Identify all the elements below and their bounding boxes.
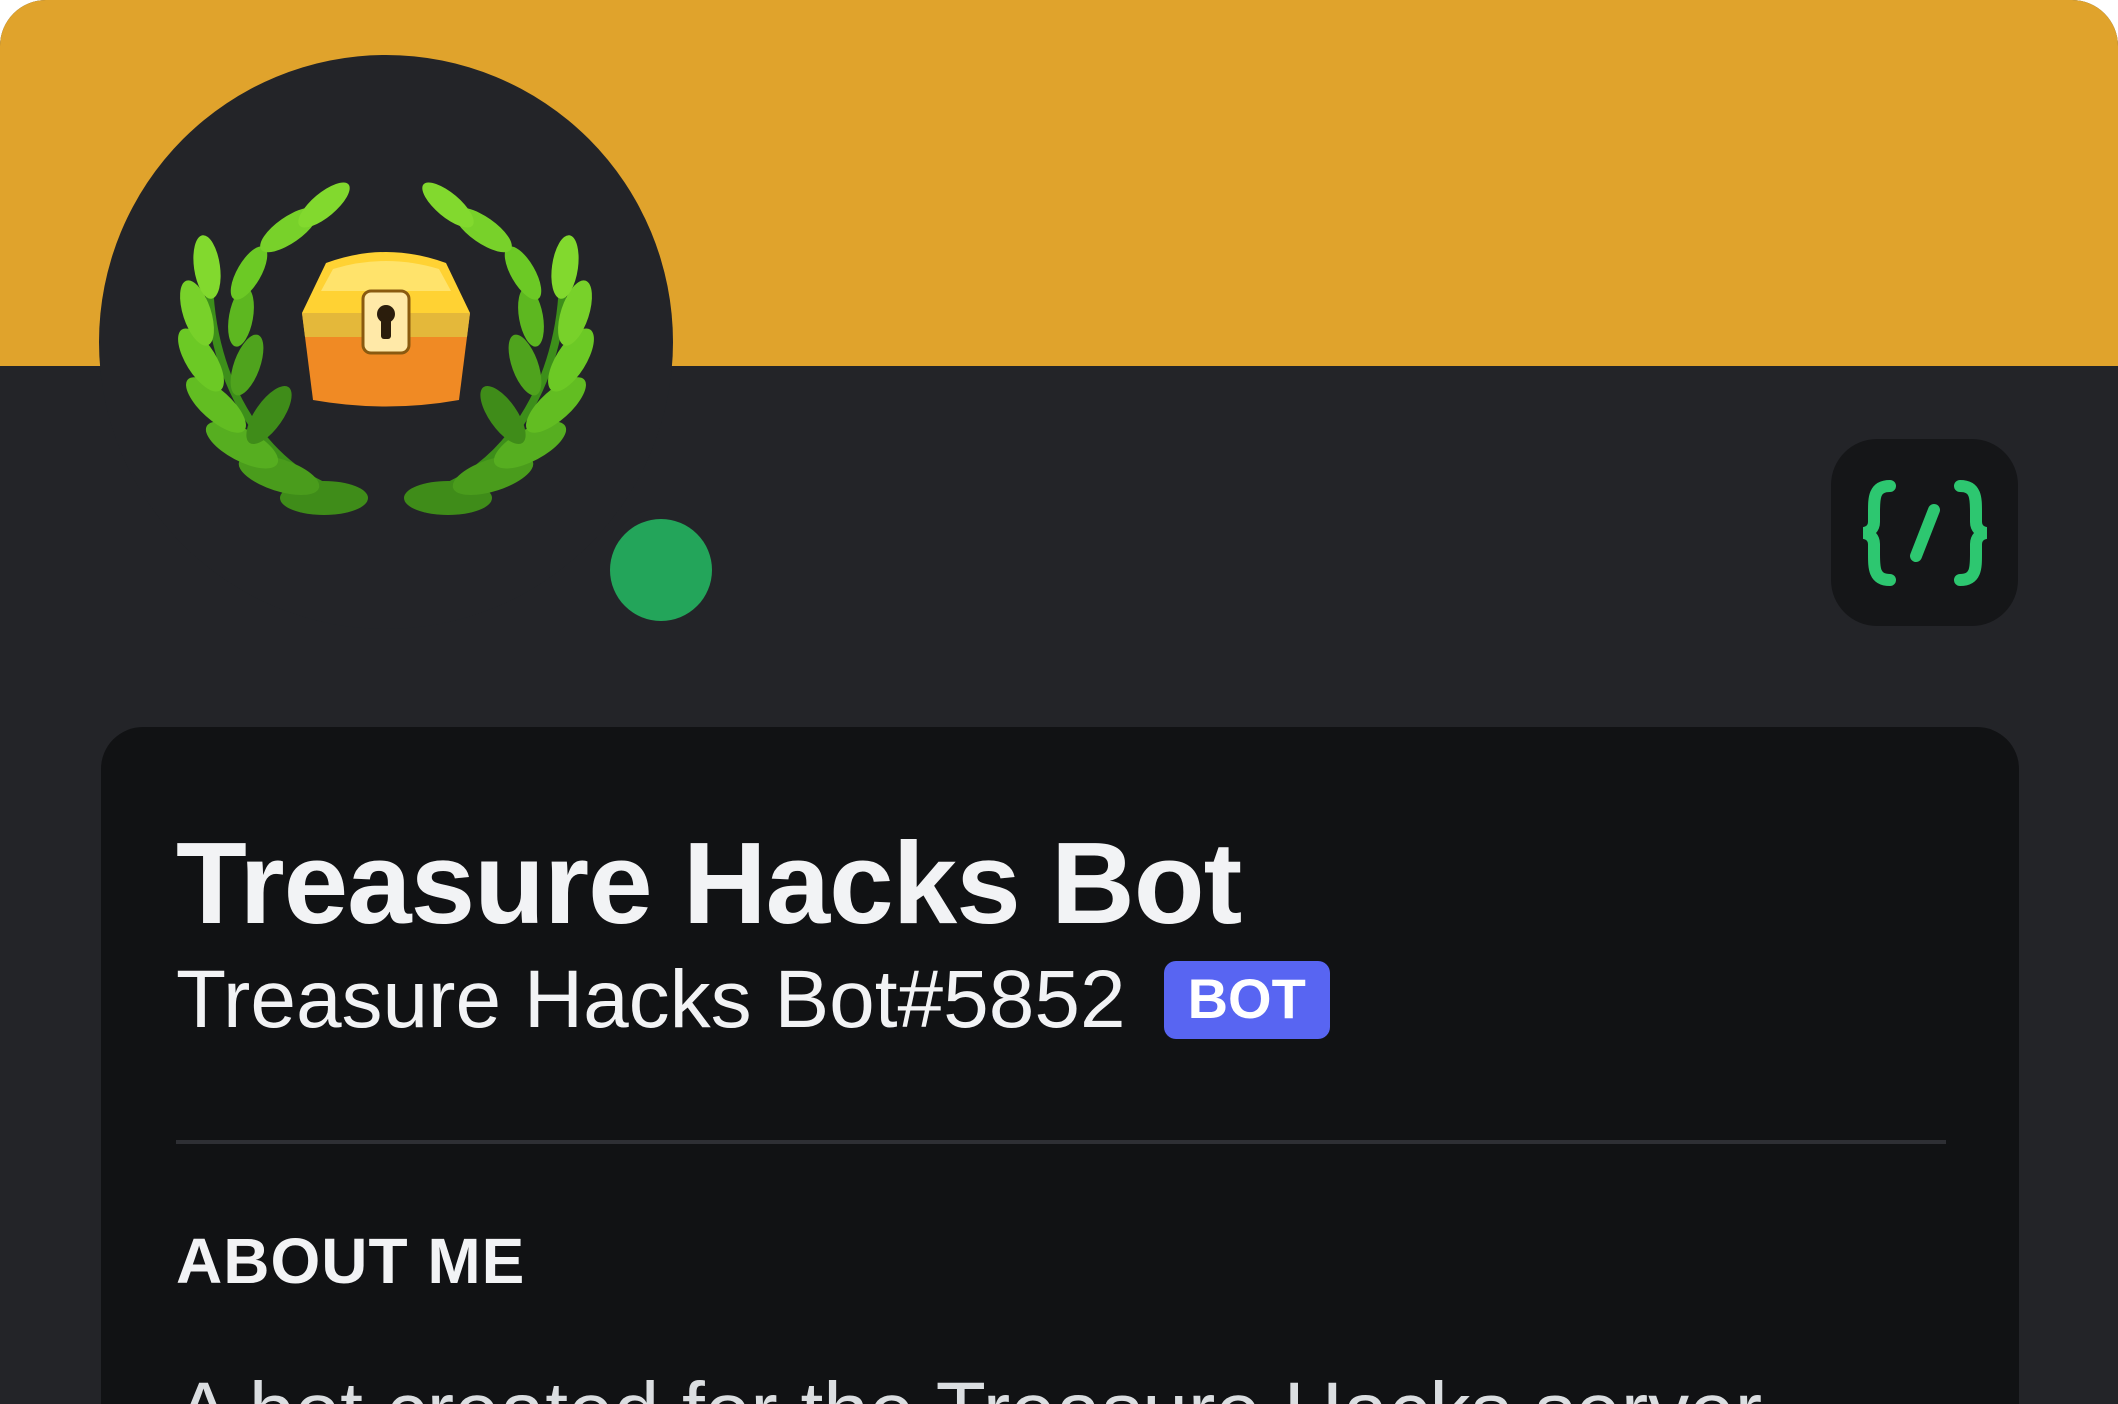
about-me-heading: ABOUT ME	[176, 1225, 526, 1297]
username-row: Treasure Hacks Bot#5852 BOT	[176, 959, 1330, 1041]
display-name: Treasure Hacks Bot	[176, 818, 1242, 948]
online-status-indicator	[610, 519, 712, 621]
slash-commands-badge[interactable]	[1831, 439, 2018, 626]
slash-commands-icon	[1862, 479, 1987, 586]
treasure-chest-laurel-icon	[178, 182, 594, 515]
bot-tag: BOT	[1163, 961, 1330, 1039]
treasure-chest-icon	[302, 252, 470, 407]
username: Treasure Hacks Bot#5852	[176, 954, 1126, 1045]
profile-info-panel: Treasure Hacks Bot Treasure Hacks Bot#58…	[101, 727, 2019, 1404]
profile-card: Treasure Hacks Bot Treasure Hacks Bot#58…	[0, 0, 2118, 1404]
divider	[176, 1140, 1946, 1144]
avatar[interactable]	[99, 55, 712, 629]
about-me-text: A bot created for the Treasure Hacks ser…	[176, 1371, 1762, 1404]
